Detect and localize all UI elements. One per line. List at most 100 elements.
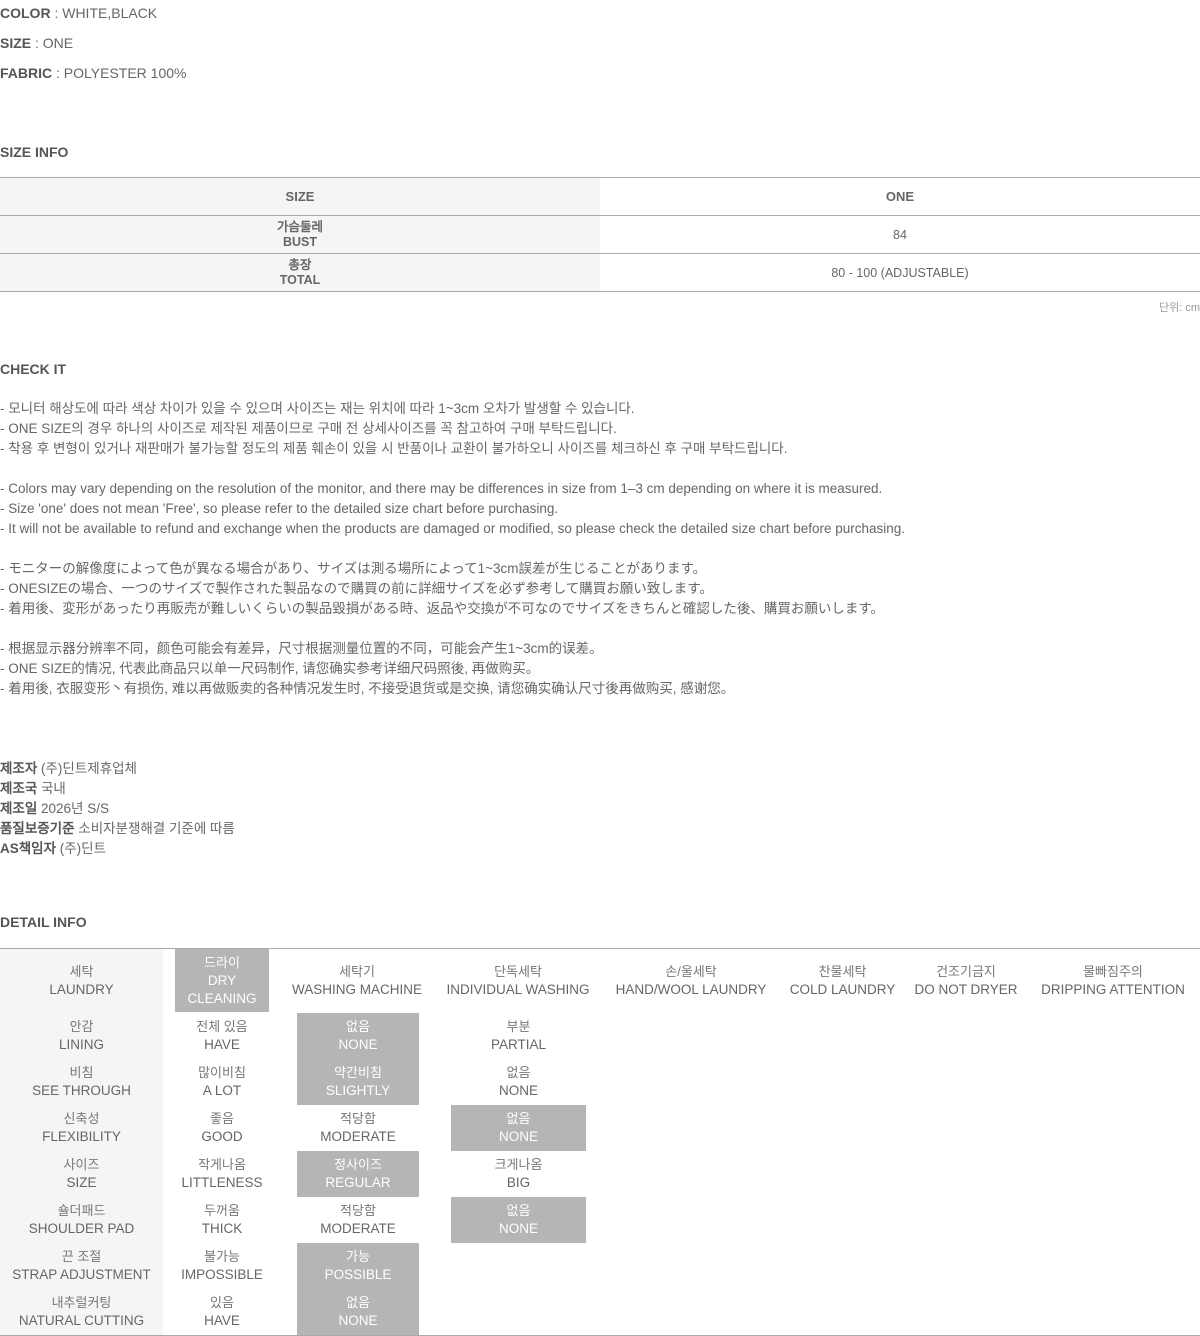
detail-option: 두꺼움 THICK bbox=[175, 1197, 269, 1243]
manufacturer-value: 2026년 S/S bbox=[37, 801, 109, 816]
laundry-option-en: WASHING MACHINE bbox=[291, 981, 422, 997]
laundry-option-ko: 물빠짐주의 bbox=[1083, 963, 1143, 979]
detail-row-label-ko: 신축성 bbox=[63, 1111, 100, 1126]
detail-row-label: 비침 SEE THROUGH bbox=[0, 1059, 163, 1105]
color-spec: COLOR : WHITE,BLACK bbox=[0, 3, 157, 23]
laundry-option-en: DRIPPING ATTENTION bbox=[1041, 981, 1185, 997]
detail-option-en: NONE bbox=[338, 1313, 378, 1328]
detail-row-label-ko: 숄더패드 bbox=[57, 1203, 106, 1218]
detail-option-en: PARTIAL bbox=[490, 1037, 547, 1052]
detail-option-en: A LOT bbox=[202, 1083, 242, 1098]
detail-option-en: NONE bbox=[338, 1037, 378, 1052]
detail-row-label-en: FLEXIBILITY bbox=[42, 1129, 121, 1144]
size-row-label-ko: 가슴둘레 bbox=[276, 219, 323, 234]
detail-option-ko: 있음 bbox=[210, 1295, 234, 1310]
detail-row-label: 내추럴커팅 NATURAL CUTTING bbox=[0, 1289, 163, 1335]
detail-option: 없음 NONE bbox=[451, 1059, 586, 1105]
detail-option: 불가능 IMPOSSIBLE bbox=[175, 1243, 269, 1289]
manufacturer-value: (주)딘트제휴업체 bbox=[37, 761, 137, 776]
size-spec: SIZE : ONE bbox=[0, 33, 73, 53]
detail-option: 가능 POSSIBLE bbox=[297, 1243, 419, 1289]
size-table-row: 가슴둘레 BUST 84 bbox=[0, 215, 1200, 254]
laundry-option: 단독세탁 INDIVIDUAL WASHING bbox=[437, 949, 599, 1012]
detail-row-label-en: STRAP ADJUSTMENT bbox=[12, 1267, 151, 1282]
check-line: - 着用後、変形があったり再販売が難しいくらいの製品毀損がある時、返品や交換が不… bbox=[0, 601, 884, 616]
detail-option-en: BIG bbox=[506, 1175, 531, 1190]
manufacturer-line: 품질보증기준 소비자분쟁해결 기준에 따름 bbox=[0, 819, 235, 839]
detail-row-label: 숄더패드 SHOULDER PAD bbox=[0, 1197, 163, 1243]
laundry-option-en: INDIVIDUAL WASHING bbox=[446, 981, 590, 997]
manufacturer-key: 제조자 bbox=[0, 761, 38, 776]
manufacturer-line: 제조국 국내 bbox=[0, 779, 66, 799]
detail-option-ko: 적당함 bbox=[340, 1111, 376, 1126]
check-line: - 根据显示器分辨率不同，颜色可能会有差异，尺寸根据测量位置的不同，可能会产生1… bbox=[0, 641, 603, 656]
laundry-option-en: CLEANING bbox=[187, 990, 257, 1006]
size-header-label: SIZE bbox=[0, 177, 600, 216]
detail-row-label-en: SEE THROUGH bbox=[32, 1083, 131, 1098]
laundry-option: 손/울세탁 HAND/WOOL LAUNDRY bbox=[612, 949, 770, 1012]
detail-option-en: NONE bbox=[498, 1083, 538, 1098]
fabric-spec: FABRIC : POLYESTER 100% bbox=[0, 63, 186, 83]
manufacturer-line: AS책임자 (주)딘트 bbox=[0, 839, 106, 859]
detail-row-label-ko: 안감 bbox=[69, 1019, 94, 1034]
detail-option-ko: 없음 bbox=[346, 1295, 370, 1310]
detail-option-en: HAVE bbox=[204, 1037, 240, 1052]
size-row-value: 80 - 100 (ADJUSTABLE) bbox=[600, 253, 1200, 292]
laundry-option-ko: 건조기금지 bbox=[936, 963, 996, 979]
color-key: COLOR bbox=[0, 5, 51, 21]
detail-row-label-ko: 비침 bbox=[69, 1065, 94, 1080]
detail-option-ko: 두꺼움 bbox=[204, 1203, 240, 1218]
detail-option-ko: 정사이즈 bbox=[334, 1157, 382, 1172]
detail-option: 없음 NONE bbox=[297, 1013, 419, 1059]
detail-option-en: NONE bbox=[498, 1129, 538, 1144]
size-row-value: 84 bbox=[600, 215, 1200, 254]
size-info-title: SIZE INFO bbox=[0, 144, 69, 160]
manufacturer-value: (주)딘트 bbox=[56, 841, 107, 856]
size-value: : ONE bbox=[31, 35, 74, 51]
size-row-label-en: TOTAL bbox=[279, 272, 321, 287]
laundry-option: 세탁기 WASHING MACHINE bbox=[289, 949, 425, 1012]
check-line: - ONESIZEの場合、一つのサイズで製作された製品なので購買の前に詳細サイズ… bbox=[0, 581, 713, 596]
detail-row-label: 끈 조절 STRAP ADJUSTMENT bbox=[0, 1243, 163, 1289]
check-line: - 착용 후 변형이 있거나 재판매가 불가능할 정도의 제품 훼손이 있을 시… bbox=[0, 441, 788, 456]
laundry-option-ko: 세탁기 bbox=[339, 963, 375, 979]
detail-option-ko: 좋음 bbox=[210, 1111, 234, 1126]
detail-row-label-en: SIZE bbox=[66, 1175, 97, 1190]
detail-option: 있음 HAVE bbox=[175, 1289, 269, 1335]
detail-row-label-en: LINING bbox=[58, 1037, 104, 1052]
check-line: - ONE SIZE의 경우 하나의 사이즈로 제작된 제품이므로 구매 전 상… bbox=[0, 421, 617, 436]
size-key: SIZE bbox=[0, 35, 32, 51]
laundry-option-en: DO NOT DRYER bbox=[914, 981, 1018, 997]
detail-row-label-en: NATURAL CUTTING bbox=[18, 1313, 145, 1328]
manufacturer-key: 품질보증기준 bbox=[0, 821, 75, 836]
detail-option: 많이비침 A LOT bbox=[175, 1059, 269, 1105]
detail-option-en: GOOD bbox=[201, 1129, 243, 1144]
detail-option-en: IMPOSSIBLE bbox=[181, 1267, 263, 1282]
laundry-option-ko: 단독세탁 bbox=[494, 963, 542, 979]
check-line: - モニターの解像度によって色が異なる場合があり、サイズは測る場所によって1~3… bbox=[0, 561, 707, 576]
detail-option: 약간비침 SLIGHTLY bbox=[297, 1059, 419, 1105]
laundry-option: 찬물세탁 COLD LAUNDRY bbox=[782, 949, 903, 1012]
detail-option-ko: 없음 bbox=[506, 1111, 531, 1126]
laundry-option-en: COLD LAUNDRY bbox=[789, 981, 896, 997]
fabric-value: : POLYESTER 100% bbox=[52, 65, 187, 81]
detail-row-label-ko: 내추럴커팅 bbox=[51, 1295, 112, 1310]
laundry-option-ko: 드라이 bbox=[204, 954, 240, 970]
detail-option-en: THICK bbox=[201, 1221, 243, 1236]
detail-option-ko: 없음 bbox=[506, 1065, 531, 1080]
manufacturer-line: 제조자 (주)딘트제휴업체 bbox=[0, 759, 137, 779]
detail-option-en: POSSIBLE bbox=[324, 1267, 392, 1282]
fabric-key: FABRIC bbox=[0, 65, 53, 81]
detail-option-en: SLIGHTLY bbox=[325, 1083, 391, 1098]
detail-option-ko: 부분 bbox=[506, 1019, 531, 1034]
detail-option-ko: 전체 있음 bbox=[196, 1019, 248, 1034]
detail-option-ko: 크게나옴 bbox=[494, 1157, 543, 1172]
manufacturer-value: 소비자분쟁해결 기준에 따름 bbox=[74, 821, 235, 836]
check-line: - It will not be available to refund and… bbox=[0, 521, 906, 536]
size-table-row: 총장 TOTAL 80 - 100 (ADJUSTABLE) bbox=[0, 253, 1200, 292]
detail-row-label: 세탁 LAUNDRY bbox=[0, 949, 163, 1012]
detail-option: 전체 있음 HAVE bbox=[175, 1013, 269, 1059]
detail-row-label-en: LAUNDRY bbox=[49, 981, 114, 997]
check-line: - Size 'one' does not mean 'Free', so pl… bbox=[0, 501, 559, 516]
detail-option: 없음 NONE bbox=[451, 1197, 586, 1243]
